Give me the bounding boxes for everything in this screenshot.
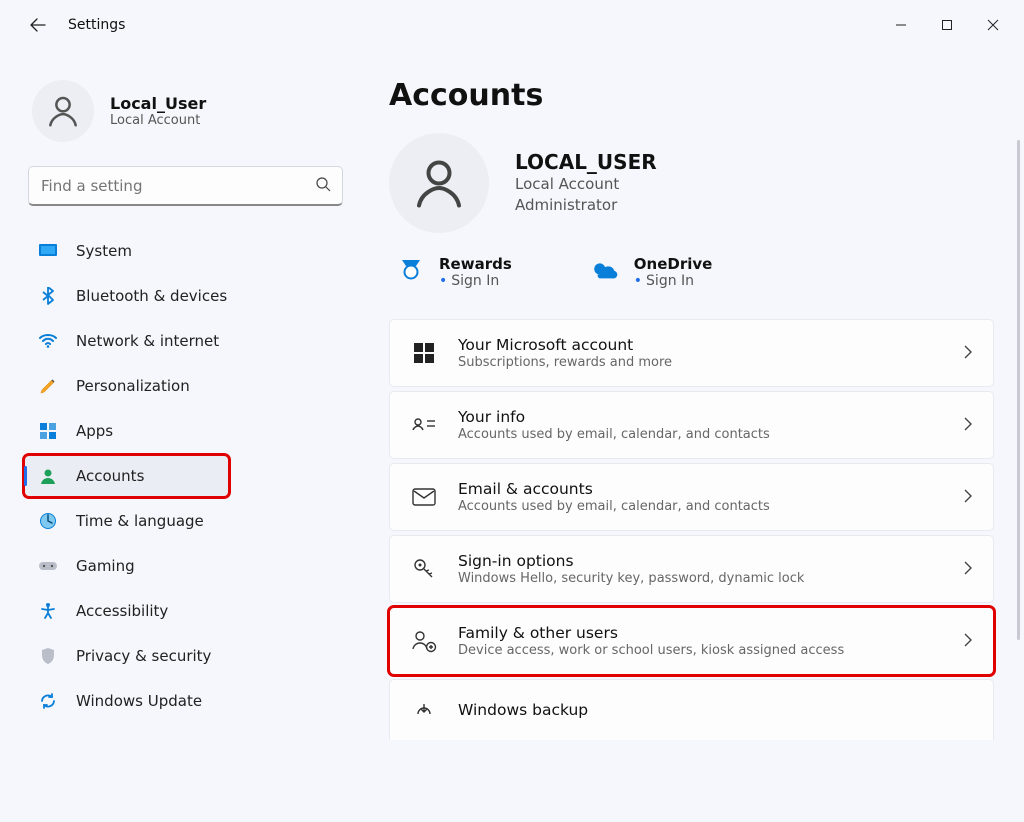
onedrive-action: •Sign In <box>634 273 713 289</box>
sidebar-item-gaming[interactable]: Gaming <box>24 545 345 587</box>
contact-card-icon <box>410 411 438 439</box>
accessibility-icon <box>38 601 58 621</box>
search-container <box>28 166 343 206</box>
avatar <box>32 80 94 142</box>
sidebar-item-bluetooth[interactable]: Bluetooth & devices <box>24 275 345 317</box>
minimize-button[interactable] <box>878 9 924 41</box>
card-signin-options[interactable]: Sign-in options Windows Hello, security … <box>389 535 994 603</box>
card-your-info[interactable]: Your info Accounts used by email, calend… <box>389 391 994 459</box>
card-subtitle: Windows Hello, security key, password, d… <box>458 571 943 586</box>
rewards-action: •Sign In <box>439 273 512 289</box>
user-hero: LOCAL_USER Local Account Administrator <box>389 133 994 233</box>
sidebar-item-label: System <box>76 242 132 260</box>
sync-icon <box>38 691 58 711</box>
profile-block[interactable]: Local_User Local Account <box>20 80 355 142</box>
rewards-status[interactable]: Rewards •Sign In <box>397 255 512 289</box>
avatar-large <box>389 133 489 233</box>
scrollbar-thumb[interactable] <box>1017 140 1020 640</box>
sidebar-item-label: Gaming <box>76 557 135 575</box>
search-icon <box>315 176 331 196</box>
content-area: Accounts LOCAL_USER Local Account Admini… <box>355 50 1014 822</box>
status-row: Rewards •Sign In OneDrive •Sign In <box>389 255 994 289</box>
sidebar-item-label: Windows Update <box>76 692 202 710</box>
card-subtitle: Accounts used by email, calendar, and co… <box>458 499 943 514</box>
card-title: Sign-in options <box>458 552 943 570</box>
sidebar-item-label: Privacy & security <box>76 647 211 665</box>
mail-icon <box>410 483 438 511</box>
sidebar-item-label: Bluetooth & devices <box>76 287 227 305</box>
chevron-right-icon <box>963 344 973 363</box>
backup-icon <box>410 696 438 724</box>
profile-name: Local_User <box>110 94 206 113</box>
titlebar: Settings <box>0 0 1024 50</box>
paintbrush-icon <box>38 376 58 396</box>
chevron-right-icon <box>963 632 973 651</box>
gamepad-icon <box>38 556 58 576</box>
page-title: Accounts <box>389 78 994 113</box>
card-title: Your Microsoft account <box>458 336 943 354</box>
back-button[interactable] <box>22 9 54 41</box>
card-subtitle: Device access, work or school users, kio… <box>458 643 943 658</box>
user-account-type: Local Account <box>515 174 657 195</box>
sidebar-item-network[interactable]: Network & internet <box>24 320 345 362</box>
card-subtitle: Subscriptions, rewards and more <box>458 355 943 370</box>
scrollbar[interactable] <box>1017 140 1020 816</box>
card-windows-backup[interactable]: Windows backup <box>389 679 994 740</box>
close-button[interactable] <box>970 9 1016 41</box>
window-title: Settings <box>68 17 125 33</box>
sidebar-item-accounts[interactable]: Accounts <box>24 455 229 497</box>
rewards-title: Rewards <box>439 255 512 273</box>
sidebar-item-label: Apps <box>76 422 113 440</box>
settings-cards: Your Microsoft account Subscriptions, re… <box>389 319 994 740</box>
onedrive-status[interactable]: OneDrive •Sign In <box>592 255 713 289</box>
sidebar-item-accessibility[interactable]: Accessibility <box>24 590 345 632</box>
sidebar-item-label: Accounts <box>76 467 144 485</box>
accounts-icon <box>38 466 58 486</box>
sidebar-item-apps[interactable]: Apps <box>24 410 345 452</box>
card-title: Windows backup <box>458 701 973 719</box>
card-microsoft-account[interactable]: Your Microsoft account Subscriptions, re… <box>389 319 994 387</box>
sidebar-item-label: Time & language <box>76 512 204 530</box>
microsoft-icon <box>410 339 438 367</box>
onedrive-icon <box>592 255 620 283</box>
nav-list: System Bluetooth & devices Network & int… <box>20 230 355 722</box>
card-title: Family & other users <box>458 624 943 642</box>
sidebar-item-privacy[interactable]: Privacy & security <box>24 635 345 677</box>
user-role: Administrator <box>515 195 657 216</box>
family-icon <box>410 627 438 655</box>
globe-clock-icon <box>38 511 58 531</box>
person-icon <box>44 92 82 130</box>
chevron-right-icon <box>963 488 973 507</box>
wifi-icon <box>38 331 58 351</box>
arrow-left-icon <box>30 17 46 33</box>
rewards-icon <box>397 255 425 283</box>
card-family-other-users[interactable]: Family & other users Device access, work… <box>389 607 994 675</box>
card-email-accounts[interactable]: Email & accounts Accounts used by email,… <box>389 463 994 531</box>
search-input[interactable] <box>28 166 343 206</box>
chevron-right-icon <box>963 416 973 435</box>
key-icon <box>410 555 438 583</box>
apps-icon <box>38 421 58 441</box>
user-name: LOCAL_USER <box>515 150 657 174</box>
profile-subtitle: Local Account <box>110 113 206 128</box>
sidebar-item-system[interactable]: System <box>24 230 345 272</box>
card-title: Email & accounts <box>458 480 943 498</box>
onedrive-title: OneDrive <box>634 255 713 273</box>
window-controls <box>878 9 1016 41</box>
bluetooth-icon <box>38 286 58 306</box>
sidebar-item-label: Network & internet <box>76 332 219 350</box>
sidebar-item-label: Accessibility <box>76 602 168 620</box>
chevron-right-icon <box>963 560 973 579</box>
card-title: Your info <box>458 408 943 426</box>
sidebar: Local_User Local Account System Bluetoot… <box>20 50 355 822</box>
card-subtitle: Accounts used by email, calendar, and co… <box>458 427 943 442</box>
sidebar-item-update[interactable]: Windows Update <box>24 680 345 722</box>
maximize-button[interactable] <box>924 9 970 41</box>
display-icon <box>38 241 58 261</box>
sidebar-item-personalization[interactable]: Personalization <box>24 365 345 407</box>
person-icon <box>409 153 469 213</box>
shield-icon <box>38 646 58 666</box>
sidebar-item-time[interactable]: Time & language <box>24 500 345 542</box>
sidebar-item-label: Personalization <box>76 377 190 395</box>
